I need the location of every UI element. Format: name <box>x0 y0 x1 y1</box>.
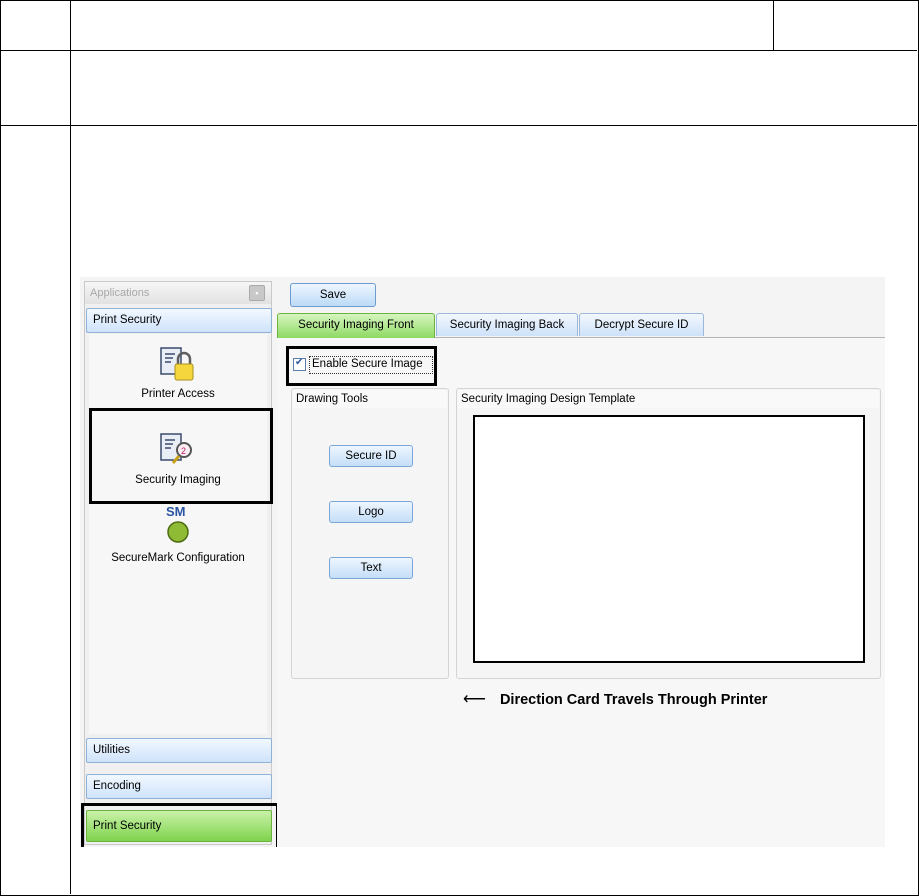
design-template-title: Security Imaging Design Template <box>458 390 879 408</box>
design-template-group: Security Imaging Design Template <box>456 388 881 679</box>
group-utilities[interactable]: Utilities <box>86 738 272 763</box>
application-screenshot: Applications ▪ Print Security Printer Ac… <box>80 277 885 847</box>
item-label: SecureMark Configuration <box>111 552 245 564</box>
tab-security-imaging-front[interactable]: Security Imaging Front <box>277 313 435 338</box>
tab-bar: Security Imaging Front Security Imaging … <box>277 313 885 338</box>
drawing-tools-group: Drawing Tools Secure ID Logo Text <box>291 388 449 679</box>
applications-title: Applications <box>90 287 150 299</box>
enable-secure-image-checkbox[interactable] <box>293 357 306 371</box>
tab-decrypt-secure-id[interactable]: Decrypt Secure ID <box>579 313 704 336</box>
table-divider <box>773 0 774 50</box>
enable-secure-image-label[interactable]: Enable Secure Image <box>309 356 433 374</box>
design-canvas[interactable] <box>473 415 865 663</box>
padlock-card-icon <box>158 344 198 384</box>
item-printer-access[interactable]: Printer Access <box>89 344 267 400</box>
group-label: Utilities <box>93 744 131 756</box>
tab-security-imaging-back[interactable]: Security Imaging Back <box>436 313 578 336</box>
group-label: Print Security <box>93 314 162 326</box>
item-label: Printer Access <box>141 388 215 400</box>
highlight-print-security <box>81 803 279 847</box>
drawing-tools-title: Drawing Tools <box>293 390 447 408</box>
save-button[interactable]: Save <box>290 283 376 307</box>
securemark-icon-text: SM <box>166 504 186 519</box>
applications-panel: Applications ▪ Print Security Printer Ac… <box>84 281 273 845</box>
text-button[interactable]: Text <box>329 557 413 579</box>
logo-button[interactable]: Logo <box>329 501 413 523</box>
left-arrow-icon: ⟵ <box>463 691 486 708</box>
applications-header: Applications ▪ <box>85 282 271 304</box>
highlight-security-imaging <box>89 408 273 504</box>
direction-text: Direction Card Travels Through Printer <box>499 692 768 708</box>
group-encoding[interactable]: Encoding <box>86 774 272 799</box>
pin-icon[interactable]: ▪ <box>249 285 265 301</box>
group-label: Encoding <box>93 780 141 792</box>
table-divider <box>70 0 71 894</box>
item-securemark-configuration[interactable]: SM SecureMark Configuration <box>89 504 267 564</box>
securemark-icon: SM <box>158 504 198 548</box>
direction-note: ⟵ Direction Card Travels Through Printer <box>463 689 767 709</box>
table-divider <box>0 50 917 51</box>
highlight-enable-secure-image: Enable Secure Image <box>286 346 437 386</box>
secure-id-button[interactable]: Secure ID <box>329 445 413 467</box>
group-print-security-top[interactable]: Print Security <box>86 308 272 333</box>
group-content: Printer Access 2 Security Imaging SM Sec… <box>89 334 267 734</box>
table-divider <box>0 125 917 126</box>
front-tab-panel: Enable Secure Image Drawing Tools Secure… <box>277 338 885 847</box>
